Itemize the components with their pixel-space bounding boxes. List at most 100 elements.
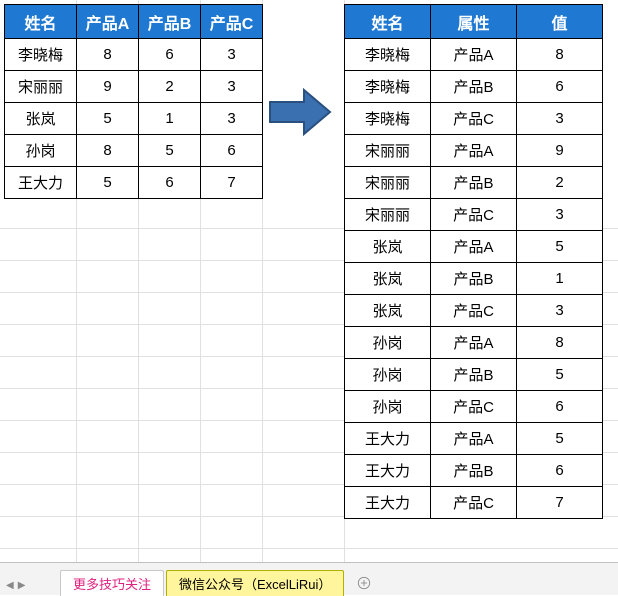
cell[interactable]: 宋丽丽 — [345, 199, 431, 231]
table-row[interactable]: 李晓梅产品A8 — [345, 39, 603, 71]
result-long-table[interactable]: 姓名 属性 值 李晓梅产品A8 李晓梅产品B6 李晓梅产品C3 宋丽丽产品A9 … — [344, 4, 603, 519]
cell[interactable]: 8 — [77, 135, 139, 167]
cell[interactable]: 3 — [201, 39, 263, 71]
table-row[interactable]: 宋丽丽923 — [5, 71, 263, 103]
col-header-c[interactable]: 产品C — [201, 5, 263, 39]
cell[interactable]: 王大力 — [345, 487, 431, 519]
table-row[interactable]: 孙岗856 — [5, 135, 263, 167]
cell[interactable]: 6 — [517, 455, 603, 487]
table-row[interactable]: 孙岗产品B5 — [345, 359, 603, 391]
cell[interactable]: 6 — [517, 391, 603, 423]
source-wide-table[interactable]: 姓名 产品A 产品B 产品C 李晓梅863 宋丽丽923 张岚513 孙岗856… — [4, 4, 263, 199]
table-row[interactable]: 张岚产品A5 — [345, 231, 603, 263]
table-row[interactable]: 张岚产品C3 — [345, 295, 603, 327]
cell[interactable]: 8 — [517, 327, 603, 359]
cell[interactable]: 3 — [517, 199, 603, 231]
cell[interactable]: 产品C — [431, 391, 517, 423]
cell[interactable]: 张岚 — [345, 263, 431, 295]
table-row[interactable]: 张岚513 — [5, 103, 263, 135]
cell[interactable]: 产品C — [431, 487, 517, 519]
cell[interactable]: 李晓梅 — [345, 71, 431, 103]
table-row[interactable]: 王大力产品A5 — [345, 423, 603, 455]
table-row[interactable]: 孙岗产品C6 — [345, 391, 603, 423]
col-header-attr[interactable]: 属性 — [431, 5, 517, 39]
cell[interactable]: 孙岗 — [345, 391, 431, 423]
right-arrow-icon[interactable] — [268, 88, 332, 136]
cell[interactable]: 1 — [517, 263, 603, 295]
cell[interactable]: 宋丽丽 — [5, 71, 77, 103]
tab-scroll-next-icon[interactable]: ▶ — [18, 580, 26, 591]
cell[interactable]: 8 — [77, 39, 139, 71]
cell[interactable]: 李晓梅 — [345, 103, 431, 135]
cell[interactable]: 3 — [201, 103, 263, 135]
cell[interactable]: 5 — [77, 103, 139, 135]
cell[interactable]: 李晓梅 — [5, 39, 77, 71]
cell[interactable]: 孙岗 — [345, 359, 431, 391]
cell[interactable]: 王大力 — [5, 167, 77, 199]
table-row[interactable]: 李晓梅产品C3 — [345, 103, 603, 135]
cell[interactable]: 5 — [517, 423, 603, 455]
table-row[interactable]: 王大力产品C7 — [345, 487, 603, 519]
cell[interactable]: 宋丽丽 — [345, 135, 431, 167]
cell[interactable]: 孙岗 — [345, 327, 431, 359]
col-header-val[interactable]: 值 — [517, 5, 603, 39]
cell[interactable]: 产品C — [431, 295, 517, 327]
cell[interactable]: 孙岗 — [5, 135, 77, 167]
table-row[interactable]: 李晓梅产品B6 — [345, 71, 603, 103]
table-row[interactable]: 宋丽丽产品B2 — [345, 167, 603, 199]
cell[interactable]: 5 — [517, 359, 603, 391]
cell[interactable]: 王大力 — [345, 423, 431, 455]
cell[interactable]: 2 — [139, 71, 201, 103]
cell[interactable]: 产品A — [431, 39, 517, 71]
cell[interactable]: 王大力 — [345, 455, 431, 487]
table-row[interactable]: 张岚产品B1 — [345, 263, 603, 295]
cell[interactable]: 3 — [517, 295, 603, 327]
table-row[interactable]: 宋丽丽产品C3 — [345, 199, 603, 231]
cell[interactable]: 7 — [201, 167, 263, 199]
cell[interactable]: 宋丽丽 — [345, 167, 431, 199]
cell[interactable]: 3 — [201, 71, 263, 103]
cell[interactable]: 张岚 — [345, 231, 431, 263]
cell[interactable]: 产品C — [431, 199, 517, 231]
cell[interactable]: 产品A — [431, 423, 517, 455]
cell[interactable]: 产品B — [431, 167, 517, 199]
cell[interactable]: 6 — [139, 39, 201, 71]
cell[interactable]: 9 — [77, 71, 139, 103]
table-row[interactable]: 王大力产品B6 — [345, 455, 603, 487]
cell[interactable]: 8 — [517, 39, 603, 71]
col-header-name[interactable]: 姓名 — [5, 5, 77, 39]
table-row[interactable]: 孙岗产品A8 — [345, 327, 603, 359]
cell[interactable]: 产品B — [431, 359, 517, 391]
cell[interactable]: 6 — [201, 135, 263, 167]
cell[interactable]: 产品C — [431, 103, 517, 135]
cell[interactable]: 产品A — [431, 135, 517, 167]
cell[interactable]: 产品B — [431, 263, 517, 295]
sheet-tab-tips[interactable]: 更多技巧关注 — [60, 570, 164, 596]
cell[interactable]: 李晓梅 — [345, 39, 431, 71]
col-header-a[interactable]: 产品A — [77, 5, 139, 39]
cell[interactable]: 产品B — [431, 455, 517, 487]
col-header-b[interactable]: 产品B — [139, 5, 201, 39]
cell[interactable]: 3 — [517, 103, 603, 135]
cell[interactable]: 5 — [517, 231, 603, 263]
cell[interactable]: 6 — [517, 71, 603, 103]
cell[interactable]: 产品B — [431, 71, 517, 103]
cell[interactable]: 9 — [517, 135, 603, 167]
table-row[interactable]: 李晓梅863 — [5, 39, 263, 71]
cell[interactable]: 5 — [139, 135, 201, 167]
new-sheet-button[interactable] — [352, 571, 376, 595]
cell[interactable]: 张岚 — [5, 103, 77, 135]
col-header-name[interactable]: 姓名 — [345, 5, 431, 39]
cell[interactable]: 张岚 — [345, 295, 431, 327]
cell[interactable]: 1 — [139, 103, 201, 135]
cell[interactable]: 产品A — [431, 231, 517, 263]
table-row[interactable]: 宋丽丽产品A9 — [345, 135, 603, 167]
worksheet-area[interactable]: 姓名 产品A 产品B 产品C 李晓梅863 宋丽丽923 张岚513 孙岗856… — [0, 0, 618, 562]
sheet-tab-active[interactable]: 微信公众号（ExcelLiRui） — [166, 570, 344, 596]
cell[interactable]: 5 — [77, 167, 139, 199]
tab-scroll-prev-icon[interactable]: ◀ — [6, 580, 14, 591]
table-row[interactable]: 王大力567 — [5, 167, 263, 199]
cell[interactable]: 产品A — [431, 327, 517, 359]
cell[interactable]: 2 — [517, 167, 603, 199]
cell[interactable]: 6 — [139, 167, 201, 199]
